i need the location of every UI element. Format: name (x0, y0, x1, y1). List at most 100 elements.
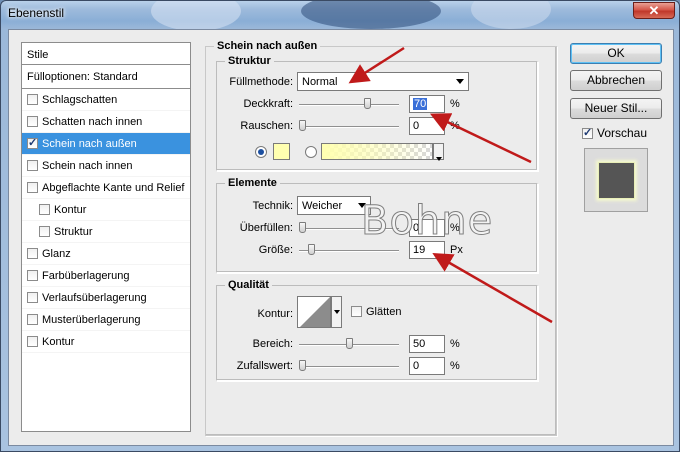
style-item-label: Farbüberlagerung (42, 270, 130, 282)
close-icon: ✕ (648, 3, 660, 18)
checkbox-icon[interactable] (27, 336, 38, 347)
style-item[interactable]: Schlagschatten (22, 89, 190, 111)
style-item-label: Schlagschatten (42, 94, 118, 106)
spread-label: Überfüllen: (239, 222, 293, 234)
checkbox-icon[interactable] (582, 126, 593, 139)
style-item[interactable]: Schatten nach innen (22, 111, 190, 133)
styles-list: Stile Fülloptionen: Standard Schlagschat… (21, 42, 191, 432)
antialias-checkbox[interactable]: Glätten (351, 306, 401, 318)
opacity-input[interactable]: 70 (409, 95, 445, 113)
solid-color-radio[interactable] (255, 146, 267, 158)
opacity-unit: % (450, 98, 460, 110)
struktur-group: Struktur Füllmethode: Normal Deckkraft: … (216, 55, 538, 171)
slider-thumb[interactable] (299, 360, 306, 371)
style-item-label: Verlaufsüberlagerung (42, 292, 147, 304)
qualitaet-group: Qualität Kontur: Glätten Bereich: 50 % Z… (216, 279, 538, 381)
range-label: Bereich: (252, 338, 293, 350)
slider-thumb[interactable] (345, 338, 353, 349)
technique-select[interactable]: Weicher (297, 196, 371, 215)
gradient-dropdown[interactable] (433, 143, 444, 161)
checkbox-icon[interactable] (27, 270, 38, 281)
style-item[interactable]: Farbüberlagerung (22, 265, 190, 287)
titlebar-decoration (151, 1, 241, 31)
style-item-label: Schatten nach innen (42, 116, 143, 128)
jitter-slider[interactable] (299, 360, 399, 372)
contour-dropdown[interactable] (331, 296, 342, 328)
dialog-window: Ebenenstil ✕ Stile Fülloptionen: Standar… (0, 0, 680, 452)
checkbox-icon[interactable] (351, 306, 362, 317)
contour-picker[interactable] (297, 296, 331, 328)
blend-mode-select[interactable]: Normal (297, 72, 469, 91)
style-item[interactable]: Kontur (22, 199, 190, 221)
style-item[interactable]: Kontur (22, 331, 190, 353)
slider-thumb[interactable] (299, 222, 306, 233)
close-button[interactable]: ✕ (633, 2, 675, 19)
size-slider[interactable] (299, 244, 399, 256)
style-item[interactable]: Abgeflachte Kante und Relief (22, 177, 190, 199)
new-style-button[interactable]: Neuer Stil... (570, 98, 662, 119)
range-input[interactable]: 50 (409, 335, 445, 353)
cancel-button[interactable]: Abbrechen (570, 70, 662, 91)
blending-options-item[interactable]: Fülloptionen: Standard (22, 65, 190, 89)
style-item-label: Kontur (54, 204, 87, 216)
styles-header[interactable]: Stile (22, 43, 190, 65)
style-item-label: Schein nach innen (42, 160, 133, 172)
style-item[interactable]: Verlaufsüberlagerung (22, 287, 190, 309)
slider-thumb[interactable] (308, 244, 316, 255)
range-slider[interactable] (299, 338, 399, 350)
jitter-input[interactable]: 0 (409, 357, 445, 375)
size-unit: Px (450, 244, 463, 256)
elemente-legend: Elemente (225, 177, 280, 189)
noise-input[interactable]: 0 (409, 117, 445, 135)
checkbox-icon[interactable] (39, 226, 50, 237)
style-item-label: Glanz (42, 248, 71, 260)
style-item-label: Kontur (42, 336, 75, 348)
contour-label: Kontur: (257, 308, 293, 320)
window-title: Ebenenstil (8, 6, 65, 20)
checkbox-icon[interactable] (27, 94, 38, 105)
antialias-label: Glätten (366, 306, 402, 318)
checkbox-icon[interactable] (27, 292, 38, 303)
noise-slider[interactable] (299, 120, 399, 132)
dialog-client: Stile Fülloptionen: Standard Schlagschat… (8, 29, 674, 446)
noise-label: Rauschen: (240, 120, 293, 132)
technique-value: Weicher (302, 200, 343, 212)
opacity-label: Deckkraft: (243, 98, 293, 110)
style-item-label: Schein nach außen (42, 138, 137, 150)
style-item[interactable]: Musterüberlagerung (22, 309, 190, 331)
style-item[interactable]: Schein nach außen (22, 133, 190, 155)
ok-button[interactable]: OK (570, 43, 662, 64)
style-item[interactable]: Schein nach innen (22, 155, 190, 177)
checkbox-icon[interactable] (27, 160, 38, 171)
checkbox-icon[interactable] (39, 204, 50, 215)
checkbox-icon[interactable] (27, 116, 38, 127)
preview-label: Vorschau (597, 126, 648, 140)
jitter-unit: % (450, 360, 460, 372)
style-preview (584, 148, 648, 212)
glow-color-swatch[interactable] (273, 143, 290, 160)
title-bar[interactable]: Ebenenstil ✕ (1, 1, 679, 31)
checkbox-icon[interactable] (27, 314, 38, 325)
style-item-label: Abgeflachte Kante und Relief (42, 182, 185, 194)
glow-gradient-picker[interactable] (321, 143, 433, 160)
style-item[interactable]: Glanz (22, 243, 190, 265)
style-item[interactable]: Struktur (22, 221, 190, 243)
size-label: Größe: (258, 244, 293, 256)
qualitaet-legend: Qualität (225, 279, 272, 291)
opacity-slider[interactable] (299, 98, 399, 110)
preview-checkbox[interactable]: Vorschau (582, 126, 647, 140)
checkbox-icon[interactable] (27, 248, 38, 259)
watermark: Bohne (360, 198, 494, 245)
titlebar-decoration (471, 1, 551, 29)
style-items: Schlagschatten Schatten nach innen Schein … (22, 89, 190, 353)
slider-thumb[interactable] (299, 120, 306, 131)
slider-thumb[interactable] (364, 98, 372, 109)
checkbox-icon[interactable] (27, 136, 38, 149)
range-unit: % (450, 338, 460, 350)
checkbox-icon[interactable] (27, 182, 38, 193)
struktur-legend: Struktur (225, 55, 274, 67)
gradient-radio[interactable] (305, 146, 317, 158)
titlebar-decoration (301, 1, 441, 29)
style-item-label: Musterüberlagerung (42, 314, 141, 326)
style-item-label: Struktur (54, 226, 93, 238)
